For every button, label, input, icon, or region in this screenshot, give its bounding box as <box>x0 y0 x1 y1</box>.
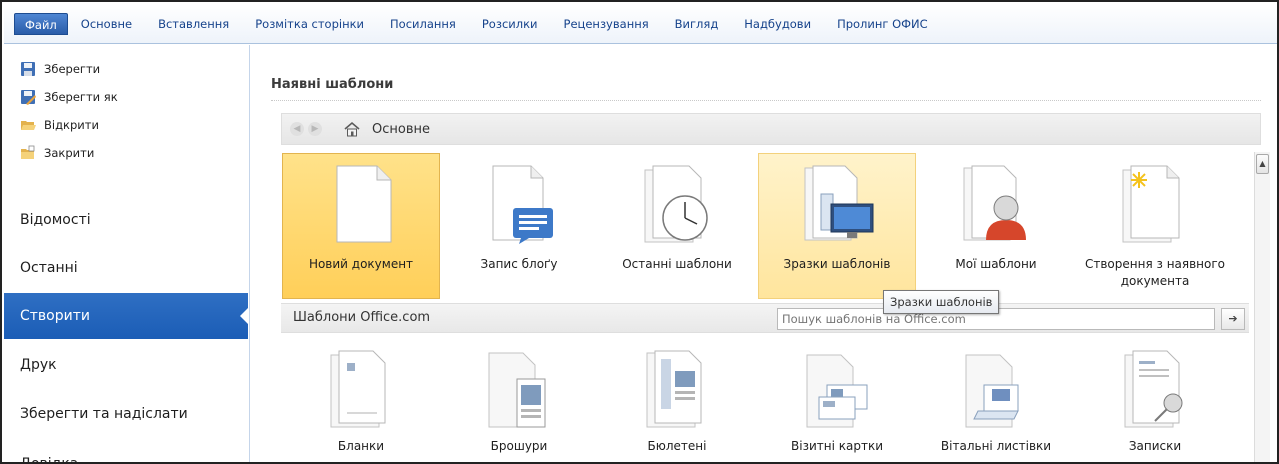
breadcrumb[interactable]: Основне <box>372 122 430 137</box>
template-label: Бланки <box>337 439 385 453</box>
open-command[interactable]: Відкрити <box>20 115 99 135</box>
office-templates-label: Шаблони Office.com <box>293 310 431 325</box>
open-label: Відкрити <box>44 118 99 132</box>
greeting-cards-icon <box>965 354 1019 428</box>
backstage-nav: Зберегти Зберегти як Відкрити Закрити Ві… <box>4 45 250 462</box>
my-templates-icon <box>963 165 1026 241</box>
recent-templates-icon <box>644 165 708 243</box>
tab-file[interactable]: Файл <box>14 12 68 35</box>
office-template-brochures[interactable]: Брошури <box>440 341 598 462</box>
template-new-from-existing[interactable]: Створення з наявного документа <box>1076 153 1234 299</box>
close-label: Закрити <box>44 146 95 160</box>
nav-item-print[interactable]: Друк <box>4 342 248 388</box>
template-label: Вітальні листівки <box>940 439 1052 453</box>
save-label: Зберегти <box>44 62 101 76</box>
divider <box>271 100 1261 101</box>
template-label: Зразки шаблонів <box>783 257 891 271</box>
template-label: Запис блоґу <box>480 257 558 271</box>
new-from-existing-icon <box>1122 165 1180 243</box>
backstage-window: Файл Основне Вставлення Розмітка сторінк… <box>0 0 1279 464</box>
blank-document-icon <box>336 165 392 243</box>
back-arrow-icon[interactable]: ◀ <box>290 122 304 136</box>
main-panel: Наявні шаблони ◀ ▶ Основне Новий докумен… <box>251 45 1277 462</box>
save-as-label: Зберегти як <box>44 90 118 104</box>
template-label: Записки <box>1128 439 1182 453</box>
template-my-templates[interactable]: Мої шаблони <box>917 153 1075 299</box>
save-as-icon <box>20 89 36 105</box>
business-cards-icon <box>806 354 868 428</box>
home-icon[interactable] <box>344 121 360 137</box>
template-blank-document[interactable]: Новий документ <box>282 153 440 299</box>
tab-review[interactable]: Рецензування <box>551 13 662 35</box>
template-label: Новий документ <box>308 257 414 271</box>
blog-post-icon <box>492 165 553 244</box>
tab-home[interactable]: Основне <box>68 13 145 35</box>
tab-view[interactable]: Вигляд <box>662 13 732 35</box>
search-arrow-icon[interactable]: ➔ <box>1221 308 1245 330</box>
office-template-memos[interactable]: Записки <box>1076 341 1234 462</box>
tab-proling-office[interactable]: Пролинг ОФИС <box>824 13 941 35</box>
tab-mailings[interactable]: Розсилки <box>469 13 551 35</box>
forward-arrow-icon[interactable]: ▶ <box>308 122 322 136</box>
template-label: Брошури <box>490 439 548 453</box>
office-template-greeting-cards[interactable]: Вітальні листівки <box>917 341 1075 462</box>
tooltip: Зразки шаблонів <box>883 290 1000 314</box>
ribbon-tabs: Файл Основне Вставлення Розмітка сторінк… <box>4 4 1277 44</box>
nav-item-info[interactable]: Відомості <box>4 197 248 243</box>
office-template-newsletters[interactable]: Бюлетені <box>598 341 756 462</box>
tab-references[interactable]: Посилання <box>377 13 469 35</box>
tab-addins[interactable]: Надбудови <box>731 13 824 35</box>
scroll-up-icon[interactable]: ▲ <box>1256 154 1269 174</box>
vertical-scrollbar[interactable]: ▲ <box>1254 152 1270 462</box>
open-folder-icon <box>20 117 36 133</box>
brochures-icon <box>488 352 546 428</box>
newsletters-icon <box>646 350 702 428</box>
office-templates-bar: Шаблони Office.com ➔ <box>281 303 1249 333</box>
memos-icon <box>1124 350 1183 428</box>
template-label: Останні шаблони <box>622 257 732 271</box>
save-icon <box>20 61 36 77</box>
sample-templates-icon <box>804 165 874 241</box>
template-label: Мої шаблони <box>955 257 1037 271</box>
nav-item-save-and-send[interactable]: Зберегти та надіслати <box>4 391 248 437</box>
office-template-forms[interactable]: Бланки <box>282 341 440 462</box>
tab-page-layout[interactable]: Розмітка сторінки <box>242 13 377 35</box>
template-label: Бюлетені <box>647 439 707 453</box>
forms-icon <box>330 350 386 428</box>
tab-insert[interactable]: Вставлення <box>145 13 242 35</box>
office-template-business-cards[interactable]: Візитні картки <box>758 341 916 462</box>
template-recent-templates[interactable]: Останні шаблони <box>598 153 756 299</box>
close-command[interactable]: Закрити <box>20 143 94 163</box>
template-label: Створення з наявного документа <box>1084 257 1226 288</box>
save-command[interactable]: Зберегти <box>20 59 100 79</box>
template-sample-templates[interactable]: Зразки шаблонів <box>758 153 916 299</box>
nav-item-recent[interactable]: Останні <box>4 245 248 291</box>
close-folder-icon <box>20 145 36 161</box>
nav-item-new[interactable]: Створити <box>4 293 249 339</box>
nav-item-help[interactable]: Довідка <box>4 441 248 462</box>
template-navbar: ◀ ▶ Основне <box>281 113 1261 145</box>
template-blog-post[interactable]: Запис блоґу <box>440 153 598 299</box>
section-title: Наявні шаблони <box>271 77 394 92</box>
save-as-command[interactable]: Зберегти як <box>20 87 118 107</box>
template-label: Візитні картки <box>791 439 883 453</box>
